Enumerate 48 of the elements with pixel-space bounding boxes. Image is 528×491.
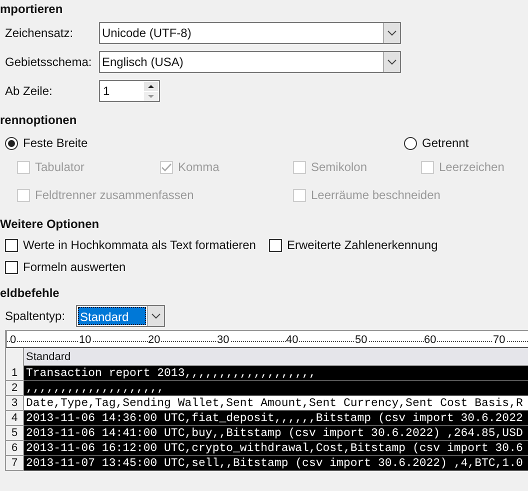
data-row[interactable]: 2013-11-06 14:36:00 UTC,fiat_deposit,,,,,,Bitstamp (csv import 30.6.2022 — [24, 411, 528, 426]
chevron-down-icon — [387, 59, 397, 65]
checkbox-label: Komma — [178, 159, 220, 176]
checkbox-label: Leerräume beschneiden — [311, 187, 440, 204]
field-label: Gebietsschema: — [4, 54, 93, 71]
checkbox-label: Erweiterte Zahlenerkennung — [286, 237, 438, 254]
data-row[interactable]: 2013-11-06 14:41:00 UTC,buy,,Bitstamp (csv import 30.6.2022) ,264.85,USD — [24, 426, 528, 441]
row-number: 5 — [6, 426, 24, 441]
spin-up-icon[interactable] — [144, 82, 158, 90]
checkbox-label: Formeln auswerten — [23, 259, 126, 276]
checkmark-icon — [161, 162, 172, 172]
dropdown[interactable]: Englisch (USA) — [99, 51, 401, 73]
row-number: 4 — [6, 411, 24, 426]
radio-label: Feste Breite — [23, 135, 88, 152]
section-heading: rennoptionen — [0, 113, 78, 127]
row-number: 1 — [6, 366, 24, 381]
row-number: 3 — [6, 396, 24, 411]
column-header[interactable]: Standard — [24, 348, 528, 366]
field-label: Spaltentyp: — [5, 308, 66, 325]
row-number: 2 — [6, 381, 24, 396]
checkbox-label: Semikolon — [311, 159, 368, 176]
section-heading: mportieren — [0, 2, 64, 16]
checkbox[interactable] — [268, 238, 282, 252]
checkbox-label: Feldtrenner zusammenfassen — [35, 187, 194, 204]
row-number: 7 — [6, 456, 24, 471]
data-row[interactable]: ,,,,,,,,,,,,,,,,,,,, — [24, 381, 528, 396]
spin-field[interactable]: 1 — [99, 80, 160, 102]
checkbox-label: Leerzeichen — [439, 159, 504, 176]
section-heading: eldbefehle — [0, 286, 60, 300]
section-heading: Weitere Optionen — [0, 217, 100, 231]
data-row[interactable]: 2013-11-07 13:45:00 UTC,sell,,Bitstamp (csv import 30.6.2022) ,4,BTC,1.0 — [24, 456, 528, 471]
checkbox-label: Werte in Hochkommata als Text formatieren — [23, 237, 256, 254]
checkbox[interactable] — [5, 238, 18, 252]
data-row[interactable]: 2013-11-06 16:12:00 UTC,crypto_withdrawal,Cost,Bitstamp (csv import 30.6 — [24, 441, 528, 456]
dropdown[interactable]: Unicode (UTF-8) — [99, 22, 401, 44]
radio-button[interactable] — [5, 136, 18, 150]
field-label: Zeichensatz: — [4, 25, 74, 42]
data-row[interactable]: Transaction report 2013,,,,,,,,,,,,,,,,,,, — [24, 366, 528, 381]
dropdown[interactable]: Standard — [76, 305, 165, 327]
radio-button[interactable] — [404, 136, 417, 150]
data-row[interactable]: Date,Type,Tag,Sending Wallet,Sent Amount,Sent Currency,Sent Cost Basis,R — [24, 396, 528, 411]
chevron-down-icon — [151, 313, 161, 319]
radio-label: Getrennt — [422, 135, 469, 152]
checkbox-label: Tabulator — [35, 159, 84, 176]
checkbox[interactable] — [5, 260, 18, 274]
chevron-down-icon — [387, 30, 397, 36]
row-number: 6 — [6, 441, 24, 456]
field-label: Ab Zeile: — [4, 83, 54, 100]
